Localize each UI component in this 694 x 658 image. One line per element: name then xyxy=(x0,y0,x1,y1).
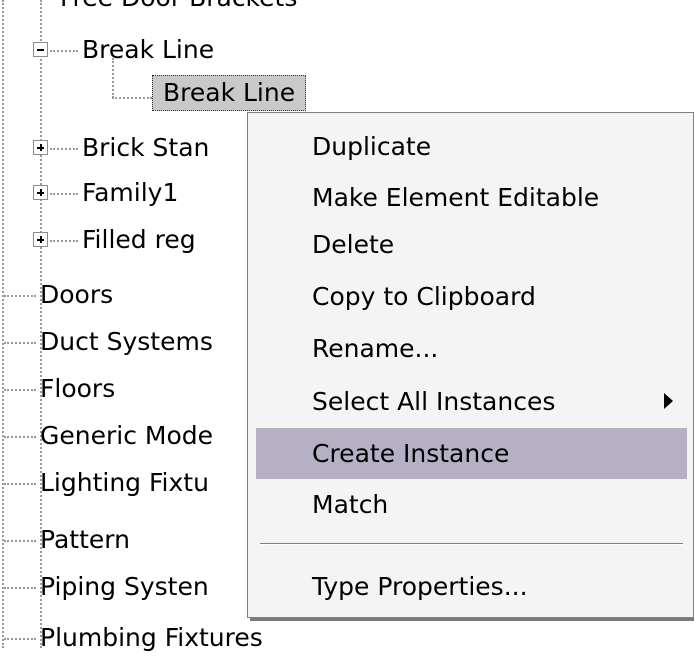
tree-item-label: Filled reg xyxy=(82,225,196,254)
menu-item-type-properties[interactable]: Type Properties... xyxy=(256,561,687,612)
tree-item-label: Floors xyxy=(40,374,116,403)
menu-item-delete[interactable]: Delete xyxy=(256,219,687,270)
menu-item-label: Select All Instances xyxy=(312,387,556,416)
menu-item-label: Match xyxy=(312,490,389,519)
tree-item-piping-systems[interactable]: Piping Systen xyxy=(40,567,209,607)
tree-item-label: Brick Stan xyxy=(82,133,210,162)
tree-connector xyxy=(50,240,78,242)
tree-connector xyxy=(112,97,152,99)
menu-item-label: Rename... xyxy=(312,334,439,363)
tree-connector xyxy=(4,638,36,640)
submenu-arrow-icon xyxy=(664,393,673,409)
menu-item-label: Create Instance xyxy=(312,439,510,468)
tree-connector xyxy=(4,587,36,589)
menu-item-rename[interactable]: Rename... xyxy=(256,323,687,374)
tree-item-generic-models[interactable]: Generic Mode xyxy=(40,416,213,456)
tree-connector xyxy=(50,50,78,52)
tree-connector xyxy=(50,193,78,195)
menu-item-copy-to-clipboard[interactable]: Copy to Clipboard xyxy=(256,271,687,322)
tree-item-filled-region[interactable]: Filled reg xyxy=(82,220,196,260)
tree-connector xyxy=(4,389,36,391)
tree-item-label: Pattern xyxy=(40,525,130,554)
tree-connector xyxy=(4,436,36,438)
tree-item-break-line-type-selected[interactable]: Break Line xyxy=(152,75,307,111)
menu-item-label: Duplicate xyxy=(312,132,432,161)
menu-item-select-all-instances[interactable]: Select All Instances xyxy=(256,376,687,427)
tree-item-label: Duct Systems xyxy=(40,327,213,356)
menu-item-label: Copy to Clipboard xyxy=(312,282,536,311)
tree-item-duct-systems[interactable]: Duct Systems xyxy=(40,322,213,362)
tree-connector xyxy=(50,148,78,150)
menu-item-create-instance[interactable]: Create Instance xyxy=(256,428,687,479)
menu-item-label: Make Element Editable xyxy=(312,183,600,212)
expand-icon[interactable] xyxy=(33,140,48,155)
tree-item-family1[interactable]: Family1 xyxy=(82,173,178,213)
tree-item-label: Break Line xyxy=(82,35,215,64)
menu-separator xyxy=(260,543,683,545)
tree-item-floors[interactable]: Floors xyxy=(40,369,115,409)
tree-connector xyxy=(4,295,36,297)
menu-item-make-element-editable[interactable]: Make Element Editable xyxy=(256,172,687,223)
tree-item-lighting-fixtures[interactable]: Lighting Fixtu xyxy=(40,463,209,503)
menu-item-label: Delete xyxy=(312,230,395,259)
tree-item-label: Piping Systen xyxy=(40,572,209,601)
expand-icon[interactable] xyxy=(33,232,48,247)
tree-item-label: Lighting Fixtu xyxy=(40,468,209,497)
menu-item-label: Type Properties... xyxy=(312,572,528,601)
tree-item-label: Doors xyxy=(40,280,114,309)
menu-item-duplicate[interactable]: Duplicate xyxy=(256,121,687,172)
tree-item-cut-top[interactable]: Free Door Brackets xyxy=(60,0,297,18)
tree-item-doors[interactable]: Doors xyxy=(40,275,113,315)
tree-item-label: Family1 xyxy=(82,178,179,207)
tree-item-label: Generic Mode xyxy=(40,421,214,450)
tree-item-break-line-family[interactable]: Break Line xyxy=(82,30,214,70)
tree-connector xyxy=(4,483,36,485)
tree-connector xyxy=(4,342,36,344)
tree-item-pattern[interactable]: Pattern xyxy=(40,520,130,560)
context-menu: Duplicate Make Element Editable Delete C… xyxy=(247,112,694,618)
tree-item-label: Break Line xyxy=(163,78,296,107)
expand-icon[interactable] xyxy=(33,185,48,200)
tree-guide-line xyxy=(2,0,4,648)
tree-connector xyxy=(4,540,36,542)
menu-item-match[interactable]: Match xyxy=(256,479,687,530)
tree-item-plumbing-fixtures[interactable]: Plumbing Fixtures xyxy=(40,618,263,658)
collapse-icon[interactable] xyxy=(33,42,48,57)
tree-item-brick[interactable]: Brick Stan xyxy=(82,128,209,168)
tree-item-label: Free Door Brackets xyxy=(60,0,297,12)
